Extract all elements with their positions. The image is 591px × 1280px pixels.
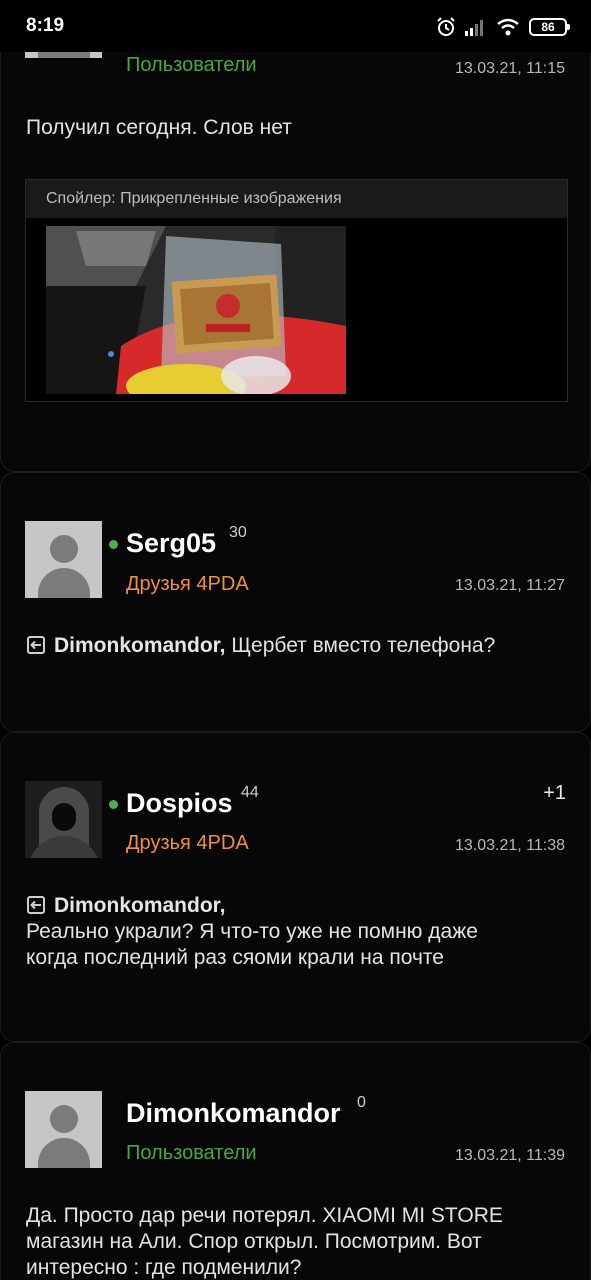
post-card: Serg05 30 Друзья 4PDA 13.03.21, 11:27 Di… [0, 472, 591, 732]
post-text-line: когда последний раз сяоми крали на почте [26, 946, 444, 969]
post-text: Да. Просто дар речи потерял. XIAOMI MI S… [26, 1203, 566, 1280]
signal-icon [465, 20, 483, 36]
quote-reply-icon[interactable] [26, 635, 46, 655]
status-icons: 86 [436, 15, 570, 39]
avatar[interactable] [25, 1091, 102, 1168]
alarm-icon [437, 17, 455, 36]
post-text-line: Реально украли? Я что-то уже не помню да… [26, 920, 478, 943]
user-group[interactable]: Пользователи [126, 54, 257, 77]
wifi-icon [497, 18, 519, 36]
user-nickname[interactable]: Dimonkomandor [126, 1098, 341, 1129]
reputation-count[interactable]: 0 [357, 1094, 366, 1112]
post-text-line: Да. Просто дар речи потерял. XIAOMI MI S… [26, 1204, 503, 1227]
quote-reply-icon[interactable] [26, 895, 46, 915]
user-group[interactable]: Пользователи [126, 1142, 257, 1165]
post-text: Dimonkomandor, Реально украли? Я что-то … [26, 893, 566, 971]
quoted-user[interactable]: Dimonkomandor, [54, 634, 226, 657]
post-text-line: интересно : где подменили? [26, 1256, 302, 1279]
post-text-body: Щербет вместо телефона? [225, 634, 496, 657]
post-date: 13.03.21, 11:15 [454, 60, 565, 77]
post-text-line: магазин на Али. Спор открыл. Посмотрим. … [26, 1230, 482, 1253]
user-nickname[interactable]: Dospios [126, 788, 233, 819]
post-card: Dospios 44 +1 Друзья 4PDA 13.03.21, 11:3… [0, 732, 591, 1042]
post-card: Dimonkomandor 0 Пользователи 13.03.21, 1… [0, 1042, 591, 1280]
status-bar: 8:19 86 [0, 0, 591, 52]
user-group[interactable]: Друзья 4PDA [126, 573, 249, 596]
post-card: Пользователи 13.03.21, 11:15 Получил сег… [0, 0, 591, 472]
avatar[interactable] [25, 781, 102, 858]
user-nickname[interactable]: Serg05 [126, 528, 216, 559]
online-indicator [109, 800, 118, 809]
status-time: 8:19 [26, 15, 65, 36]
post-date: 13.03.21, 11:38 [454, 837, 565, 854]
online-indicator [109, 540, 118, 549]
battery-icon: 86 [529, 18, 570, 36]
post-date: 13.03.21, 11:27 [454, 577, 565, 594]
spoiler[interactable]: Спойлер: Прикрепленные изображения [25, 179, 568, 402]
post-text: Dimonkomandor, Щербет вместо телефона? [26, 633, 566, 659]
post-rating[interactable]: +1 [543, 782, 566, 805]
quoted-user[interactable]: Dimonkomandor, [54, 894, 226, 917]
post-text: Получил сегодня. Слов нет [26, 116, 292, 139]
spoiler-title[interactable]: Спойлер: Прикрепленные изображения [26, 180, 567, 218]
battery-level: 86 [541, 20, 555, 34]
user-group[interactable]: Друзья 4PDA [126, 832, 249, 855]
reputation-count[interactable]: 44 [241, 784, 259, 802]
attached-image[interactable] [46, 226, 346, 394]
post-date: 13.03.21, 11:39 [454, 1147, 565, 1164]
reputation-count[interactable]: 30 [229, 524, 247, 542]
avatar[interactable] [25, 521, 102, 598]
